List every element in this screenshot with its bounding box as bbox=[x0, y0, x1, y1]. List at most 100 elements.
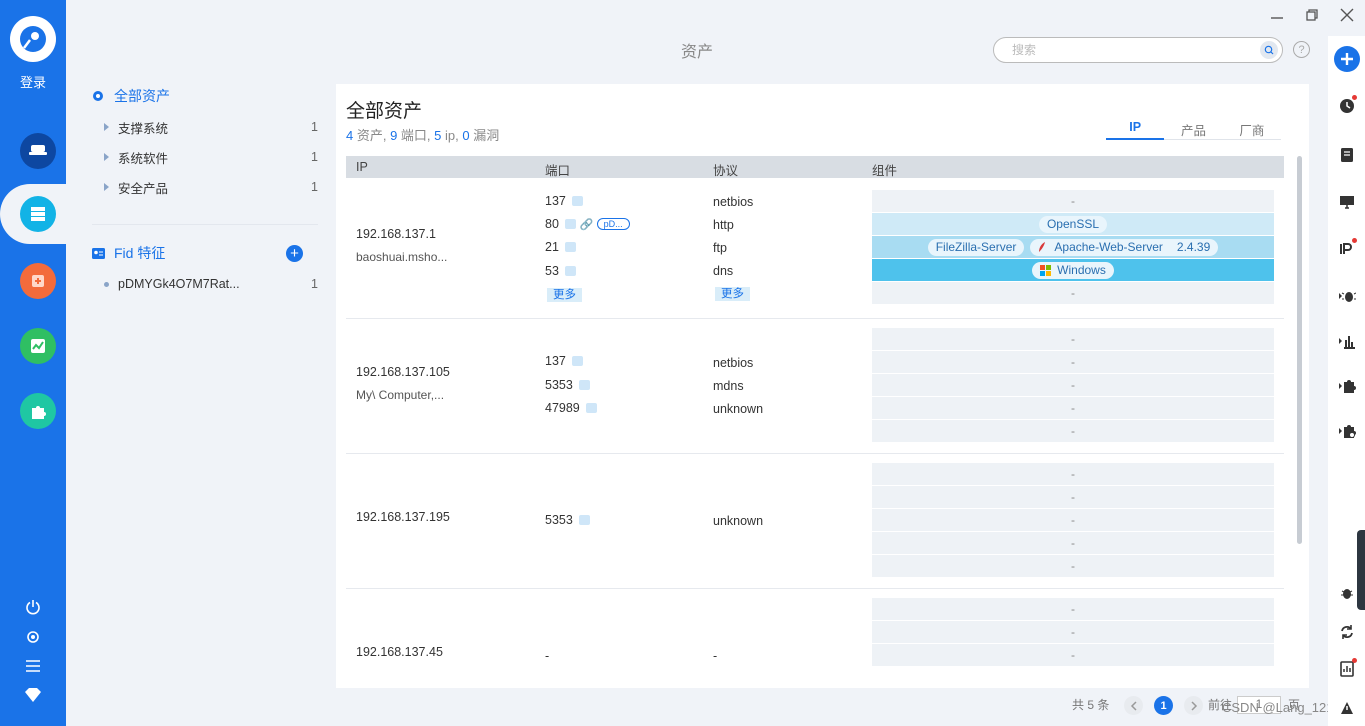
minimize-button[interactable] bbox=[1266, 4, 1288, 26]
component-row: - bbox=[872, 328, 1274, 351]
fid-item[interactable]: pDMYGk4O7M7Rat... 1 bbox=[92, 269, 318, 299]
port-number: 5353 bbox=[545, 378, 573, 392]
search-icon[interactable] bbox=[1260, 41, 1278, 59]
component-row: - bbox=[872, 397, 1274, 420]
monitor-icon[interactable] bbox=[1328, 190, 1365, 214]
ip-lookup-icon[interactable] bbox=[1328, 237, 1365, 261]
tree-all-assets[interactable]: 全部资产 bbox=[92, 80, 318, 112]
menu-icon[interactable] bbox=[22, 655, 44, 677]
help-icon[interactable]: ? bbox=[1293, 41, 1310, 58]
row-ip: 192.168.137.1 bbox=[356, 227, 436, 241]
protocol-cell: - bbox=[713, 649, 718, 663]
search-box bbox=[993, 37, 1283, 63]
right-toolbar bbox=[1328, 36, 1365, 726]
port-cell: 47989 bbox=[545, 400, 597, 416]
prev-page-button[interactable] bbox=[1124, 696, 1143, 715]
tree-fid-header[interactable]: Fid 特征 + bbox=[92, 237, 318, 269]
apache-feather-icon bbox=[1038, 242, 1046, 252]
tree-item-system-software[interactable]: 系统软件 1 bbox=[92, 142, 318, 172]
port-number: 47989 bbox=[545, 401, 580, 415]
summary-label: 漏洞 bbox=[469, 128, 500, 143]
power-icon[interactable] bbox=[22, 596, 44, 618]
component-row: - bbox=[872, 555, 1274, 578]
add-task-button[interactable] bbox=[1328, 46, 1365, 72]
detail-tag-icon[interactable] bbox=[564, 242, 576, 252]
row-hostname: baoshuai.msho... bbox=[356, 250, 448, 264]
warning-icon[interactable] bbox=[1328, 696, 1365, 720]
vuln-scan-bug-icon[interactable] bbox=[1328, 284, 1365, 308]
summary-label: 端口, bbox=[397, 128, 435, 143]
nav-bug-icon[interactable] bbox=[20, 263, 56, 299]
vertical-scrollbar[interactable] bbox=[1297, 156, 1302, 544]
component-chip-apache[interactable]: Apache-Web-Server 2.4.39 bbox=[1030, 238, 1219, 256]
tree-item-label: 系统软件 bbox=[118, 151, 169, 166]
component-version: 2.4.39 bbox=[1176, 240, 1211, 254]
stats-chart-icon[interactable] bbox=[1328, 329, 1365, 353]
detail-tag-icon[interactable] bbox=[571, 196, 583, 206]
detail-tag-icon[interactable] bbox=[564, 219, 576, 229]
fid-badge[interactable]: pD... bbox=[596, 218, 630, 230]
nav-hat-icon[interactable] bbox=[20, 133, 56, 169]
more-ports-button[interactable]: 更多 bbox=[547, 288, 582, 302]
more-protocols-button[interactable]: 更多 bbox=[715, 287, 750, 301]
port-number: 137 bbox=[545, 194, 566, 208]
component-chip-openssl[interactable]: OpenSSL bbox=[1038, 215, 1108, 233]
report-icon[interactable] bbox=[1328, 657, 1365, 681]
tab-ip[interactable]: IP bbox=[1106, 120, 1165, 140]
component-stack: - - - - - bbox=[872, 463, 1274, 578]
table-row[interactable]: 192.168.137.105 My\ Computer,... 137 535… bbox=[346, 319, 1284, 454]
app-logo-icon[interactable] bbox=[10, 16, 56, 62]
edge-handle[interactable] bbox=[1357, 530, 1365, 610]
nav-chart-icon[interactable] bbox=[20, 328, 56, 364]
windows-logo-icon bbox=[1040, 264, 1052, 276]
component-stack: - - - bbox=[872, 598, 1274, 667]
refresh-icon[interactable] bbox=[1328, 620, 1365, 644]
component-chip-filezilla[interactable]: FileZilla-Server bbox=[927, 238, 1025, 256]
component-row: - bbox=[872, 190, 1274, 213]
component-stack: - - - - - bbox=[872, 328, 1274, 443]
page-number-button[interactable]: 1 bbox=[1154, 696, 1173, 715]
fid-label: Fid 特征 bbox=[114, 245, 166, 261]
plugin-icon[interactable] bbox=[1328, 374, 1365, 398]
table-row[interactable]: 192.168.137.195 5353 unknown - - - - - bbox=[346, 454, 1284, 589]
asset-tree: 全部资产 支撑系统 1 系统软件 1 安全产品 1 Fid 特征 + pDMYG… bbox=[92, 80, 318, 299]
next-page-button[interactable] bbox=[1184, 696, 1203, 715]
assets-card: 全部资产 4 资产, 9 端口, 5 ip, 0 漏洞 IP 产品 厂商 IP … bbox=[336, 84, 1309, 688]
link-icon[interactable]: 🔗 bbox=[580, 218, 594, 231]
search-input[interactable] bbox=[994, 38, 1234, 62]
diamond-icon[interactable] bbox=[22, 684, 44, 706]
history-clock-icon[interactable] bbox=[1328, 94, 1365, 118]
tab-product[interactable]: 产品 bbox=[1164, 120, 1222, 139]
plugin-settings-icon[interactable] bbox=[1328, 419, 1365, 443]
detail-tag-icon[interactable] bbox=[564, 266, 576, 276]
detail-tag-icon[interactable] bbox=[571, 356, 583, 366]
tab-vendor[interactable]: 厂商 bbox=[1223, 120, 1281, 139]
pagination-total: 共 5 条 bbox=[1072, 698, 1110, 712]
tree-item-support[interactable]: 支撑系统 1 bbox=[92, 112, 318, 142]
tree-item-count: 1 bbox=[311, 120, 318, 134]
document-icon[interactable] bbox=[1328, 143, 1365, 167]
protocol-cell: mdns bbox=[713, 379, 744, 393]
fid-card-icon bbox=[92, 247, 106, 259]
nav-assets-icon[interactable] bbox=[20, 196, 56, 232]
port-cell: 137 bbox=[545, 353, 583, 369]
component-row: - bbox=[872, 282, 1274, 305]
table-row[interactable]: 192.168.137.45 - - - - - bbox=[346, 589, 1284, 688]
component-chip-windows[interactable]: Windows bbox=[1032, 261, 1114, 279]
more-protocols-cell: 更多 bbox=[715, 286, 750, 302]
component-row: - bbox=[872, 351, 1274, 374]
tree-all-assets-label: 全部资产 bbox=[114, 88, 170, 104]
table-row[interactable]: 192.168.137.1 baoshuai.msho... 137 80 🔗 pD… bbox=[346, 179, 1284, 319]
login-link[interactable]: 登录 bbox=[0, 72, 66, 91]
detail-tag-icon[interactable] bbox=[585, 403, 597, 413]
add-fid-button[interactable]: + bbox=[286, 244, 303, 262]
detail-tag-icon[interactable] bbox=[578, 380, 590, 390]
settings-gear-icon[interactable] bbox=[22, 626, 44, 648]
tree-item-count: 1 bbox=[311, 180, 318, 194]
notification-dot bbox=[1352, 238, 1357, 243]
detail-tag-icon[interactable] bbox=[578, 515, 590, 525]
close-button[interactable] bbox=[1336, 4, 1358, 26]
nav-plugin-icon[interactable] bbox=[20, 393, 56, 429]
tree-item-security-product[interactable]: 安全产品 1 bbox=[92, 172, 318, 202]
restore-button[interactable] bbox=[1301, 4, 1323, 26]
